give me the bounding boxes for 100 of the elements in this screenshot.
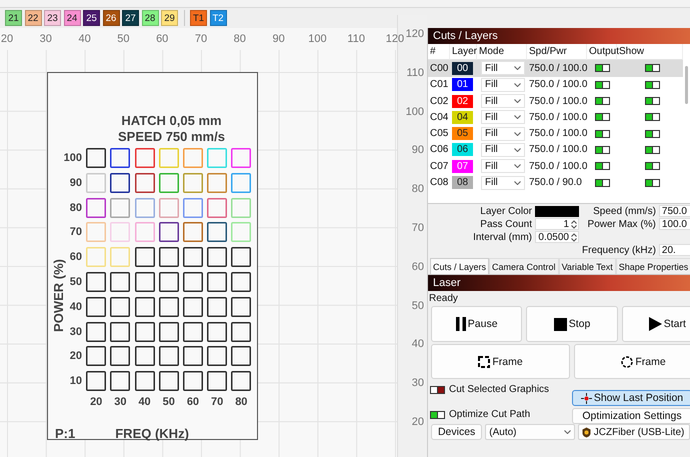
show-last-position-button[interactable]: Show Last Position xyxy=(572,390,690,406)
visibility-toggle[interactable] xyxy=(645,97,660,106)
mode-dropdown[interactable]: Fill xyxy=(481,176,525,190)
visibility-toggle[interactable] xyxy=(645,178,660,187)
layer-color-swatch[interactable]: 24 xyxy=(64,10,80,26)
table-cell: 750.0 / 100.0 xyxy=(527,60,587,77)
visibility-toggle[interactable] xyxy=(645,113,660,122)
option-toggle[interactable] xyxy=(430,410,445,418)
chevron-down-icon xyxy=(514,180,521,185)
layer-color-swatch[interactable]: 23 xyxy=(44,10,61,26)
output-toggle[interactable] xyxy=(595,64,610,72)
mode-dropdown[interactable]: Fill xyxy=(481,142,525,157)
visibility-toggle[interactable] xyxy=(645,130,660,138)
chevron-down-icon xyxy=(564,430,571,434)
devices-button[interactable]: Devices xyxy=(431,424,482,440)
visibility-toggle[interactable] xyxy=(645,64,660,72)
pass-count-field[interactable]: 1 xyxy=(535,218,579,230)
table-cell[interactable]: C00 xyxy=(428,60,450,77)
field-label: Speed (mm/s) xyxy=(592,205,656,218)
layer-color-swatch[interactable]: 22 xyxy=(24,10,42,26)
table-cell[interactable]: C01 xyxy=(428,76,450,93)
laser-button[interactable]: Start xyxy=(622,306,690,342)
tab[interactable]: Shape Properties xyxy=(616,258,690,274)
table-cell[interactable]: C04 xyxy=(428,109,450,126)
table-cell[interactable]: C05 xyxy=(428,125,450,142)
visibility-toggle[interactable] xyxy=(645,146,660,154)
tab[interactable]: Cuts / Layers xyxy=(430,258,490,274)
frequency-label: 40 xyxy=(137,396,152,410)
table-cell-text: 750.0 / 100.0 xyxy=(528,143,587,158)
table-cell[interactable]: C08 xyxy=(428,174,450,191)
layer-color-swatch[interactable]: 25 xyxy=(83,10,100,26)
device-icon xyxy=(582,426,591,438)
visibility-toggle[interactable] xyxy=(645,162,660,170)
power-field[interactable]: 100.0 xyxy=(658,218,690,230)
table-cell[interactable]: C07 xyxy=(428,158,450,174)
output-toggle[interactable] xyxy=(595,130,610,138)
field-label: Interval (mm) xyxy=(472,231,532,244)
layer-color-swatch[interactable]: 28 xyxy=(142,10,158,26)
dashed-circle-icon xyxy=(621,356,634,368)
laser-button[interactable]: Stop xyxy=(526,306,618,342)
frame-button[interactable]: Frame xyxy=(574,344,690,379)
layer-color-swatch[interactable]: 26 xyxy=(102,10,120,26)
device-dropdown[interactable]: JCZFiber (USB-Lite) xyxy=(578,424,690,440)
layer-color-swatch[interactable]: 29 xyxy=(161,10,178,26)
ruler-label: 40 xyxy=(77,33,92,45)
laser-button[interactable]: Pause xyxy=(431,306,522,342)
output-toggle[interactable] xyxy=(595,146,610,154)
ruler-label: 110 xyxy=(346,33,366,45)
table-cell-text: 750.0 / 100.0 xyxy=(528,160,587,174)
output-toggle[interactable] xyxy=(595,97,610,106)
scrollbar[interactable] xyxy=(685,66,688,104)
layer-color-swatch[interactable]: 27 xyxy=(122,10,139,26)
ruler-label: 60 xyxy=(155,33,170,45)
power-label: 50 xyxy=(68,274,82,290)
interval-field[interactable]: 0.0500 xyxy=(535,231,579,243)
output-toggle[interactable] xyxy=(595,162,610,170)
tab[interactable]: Camera Control xyxy=(489,258,559,274)
ruler-label: 50 xyxy=(410,298,425,314)
output-toggle[interactable] xyxy=(595,113,610,122)
frequency-field[interactable]: 20. xyxy=(658,244,690,256)
panel-header: Cuts / Layers xyxy=(428,28,690,44)
mode-dropdown[interactable]: Fill xyxy=(481,94,525,108)
layer-swatch: 00 xyxy=(452,62,473,75)
visibility-toggle[interactable] xyxy=(645,80,660,89)
ruler-label: 80 xyxy=(410,182,425,198)
output-toggle[interactable] xyxy=(595,178,610,187)
ruler-label: 120 xyxy=(404,27,425,42)
layer-color-swatch[interactable]: 21 xyxy=(5,10,22,26)
layer-color-swatch[interactable]: T1 xyxy=(190,10,207,26)
option-label: Cut Selected Graphics xyxy=(449,384,550,395)
ruler-label: 110 xyxy=(405,66,425,81)
status-text: Ready xyxy=(429,292,458,304)
mode-dropdown[interactable]: Fill xyxy=(481,159,525,174)
table-cell-text: 750.0 / 100.0 xyxy=(528,94,587,109)
mode-dropdown[interactable]: Fill xyxy=(481,126,525,141)
ruler-label: 90 xyxy=(271,33,286,45)
option-toggle[interactable] xyxy=(430,386,445,394)
crosshair-icon xyxy=(580,392,592,404)
play-icon xyxy=(648,317,662,331)
mode-dropdown[interactable]: Fill xyxy=(481,61,525,76)
spin-arrows-icon[interactable] xyxy=(571,220,577,228)
layer-color-box[interactable] xyxy=(535,206,579,217)
layer-swatch: 07 xyxy=(452,160,473,173)
speed-field[interactable]: 750.0 xyxy=(658,205,690,217)
chevron-down-icon xyxy=(514,66,521,70)
mode-dropdown[interactable]: Fill xyxy=(481,78,525,92)
table-cell[interactable]: C02 xyxy=(428,92,450,110)
stop-icon xyxy=(554,318,567,330)
table-cell-text: 750.0 / 100.0 xyxy=(528,78,587,92)
tab[interactable]: Variable Text xyxy=(558,258,616,274)
table-cell[interactable]: C06 xyxy=(428,142,450,158)
output-toggle[interactable] xyxy=(595,80,610,89)
power-label: 90 xyxy=(68,176,82,191)
field-label: Frequency (kHz) xyxy=(582,244,656,257)
power-label: 10 xyxy=(68,374,82,390)
optimization-settings-button[interactable]: Optimization Settings xyxy=(572,408,690,424)
port-dropdown[interactable]: (Auto) xyxy=(485,424,575,440)
mode-dropdown[interactable]: Fill xyxy=(481,110,525,124)
frame-button[interactable]: Frame xyxy=(431,344,570,379)
spin-arrows-icon[interactable] xyxy=(571,232,577,242)
